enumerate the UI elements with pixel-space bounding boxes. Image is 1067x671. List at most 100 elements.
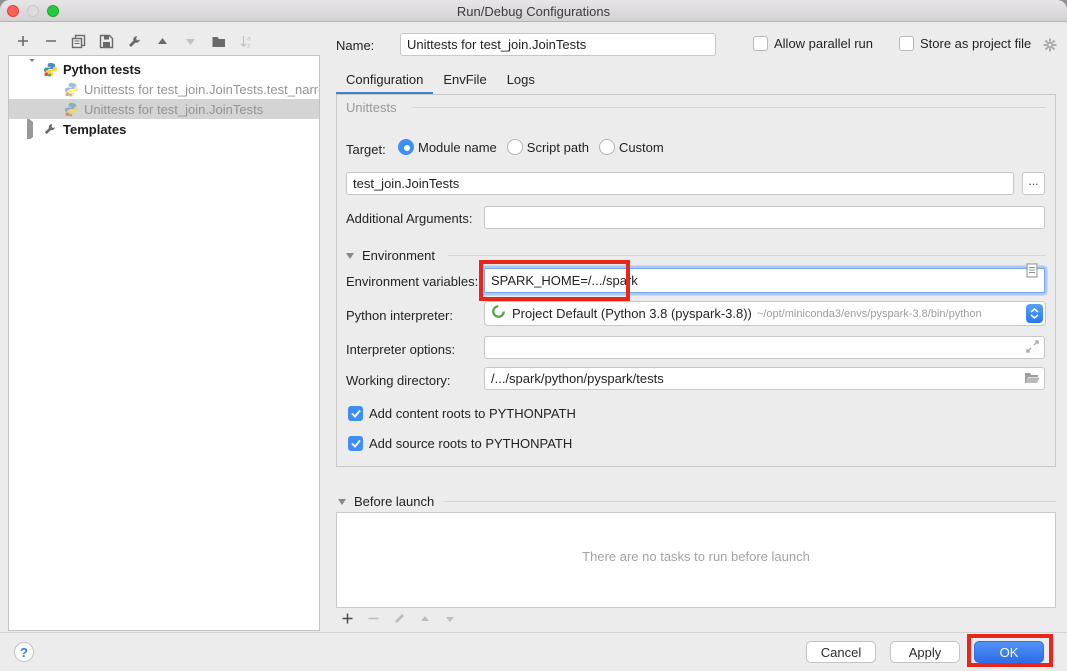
tab-envfile[interactable]: EnvFile [433, 66, 496, 94]
edit-templates-icon[interactable] [126, 33, 143, 50]
tree-item-unittest-narrow[interactable]: Unittests for test_join.JoinTests.test_n… [9, 79, 319, 99]
target-label: Target: [346, 142, 386, 157]
radio-label: Module name [418, 140, 497, 155]
annotation-ok-highlight [967, 634, 1053, 667]
additional-arguments-input[interactable] [484, 206, 1045, 229]
tree-item-label: Python tests [63, 62, 141, 77]
environment-collapse-icon[interactable] [346, 253, 354, 259]
add-content-roots-checkbox[interactable]: Add content roots to PYTHONPATH [348, 406, 576, 421]
browse-button[interactable]: ... [1022, 172, 1045, 195]
collapse-caret-icon[interactable] [27, 62, 37, 77]
environment-section-line [448, 255, 1046, 256]
tab-configuration[interactable]: Configuration [336, 66, 433, 94]
interpreter-name: Project Default (Python 3.8 (pyspark-3.8… [512, 306, 752, 321]
add-configuration-icon[interactable] [14, 33, 31, 50]
apply-button[interactable]: Apply [890, 641, 960, 663]
checkbox-unchecked-icon[interactable] [899, 36, 914, 51]
no-tasks-message: There are no tasks to run before launch [337, 549, 1055, 564]
move-down-icon [182, 33, 199, 50]
checkbox-checked-icon[interactable] [348, 406, 363, 421]
svg-text:a: a [247, 35, 251, 42]
checkbox-checked-icon[interactable] [348, 436, 363, 451]
svg-text:z: z [247, 42, 250, 49]
footer-separator [0, 632, 1067, 633]
window-title: Run/Debug Configurations [0, 4, 1067, 19]
allow-parallel-run-checkbox[interactable]: Allow parallel run [753, 36, 873, 51]
conda-env-icon [491, 304, 506, 324]
tree-item-python-tests[interactable]: Python tests [9, 59, 319, 79]
working-directory-label: Working directory: [346, 373, 451, 388]
gear-icon[interactable] [1042, 37, 1058, 58]
additional-arguments-label: Additional Arguments: [346, 211, 472, 226]
tree-item-label: Unittests for test_join.JoinTests [84, 102, 263, 117]
move-task-down-icon [444, 612, 456, 630]
edit-task-icon [393, 612, 406, 630]
tab-logs[interactable]: Logs [497, 66, 545, 94]
add-source-roots-checkbox[interactable]: Add source roots to PYTHONPATH [348, 436, 572, 451]
radio-unselected-icon[interactable] [599, 139, 615, 155]
interpreter-options-input[interactable] [484, 336, 1045, 359]
name-label: Name: [336, 38, 374, 53]
before-launch-toolbar [341, 612, 456, 630]
folder-icon[interactable] [1024, 371, 1040, 389]
configurations-toolbar: az [14, 31, 255, 51]
radio-custom[interactable]: Custom [599, 139, 664, 155]
target-radio-group: Module name Script path Custom [398, 139, 664, 155]
radio-label: Custom [619, 140, 664, 155]
tree-item-unittest-jointests-selected[interactable]: Unittests for test_join.JoinTests [9, 99, 319, 119]
interpreter-options-label: Interpreter options: [346, 342, 455, 357]
new-folder-icon[interactable] [210, 33, 227, 50]
move-task-up-icon [419, 612, 431, 630]
before-launch-line [444, 501, 1056, 502]
cancel-button[interactable]: Cancel [806, 641, 876, 663]
configurations-tree: Python tests Unittests for test_join.Joi… [8, 55, 320, 631]
add-content-roots-label: Add content roots to PYTHONPATH [369, 406, 576, 421]
radio-unselected-icon[interactable] [507, 139, 523, 155]
before-launch-collapse-icon[interactable] [338, 499, 346, 505]
tree-item-label: Templates [63, 122, 126, 137]
before-launch-tasks-list[interactable]: There are no tasks to run before launch [336, 512, 1056, 608]
store-as-project-file-label: Store as project file [920, 36, 1031, 51]
checkbox-unchecked-icon[interactable] [753, 36, 768, 51]
tree-item-templates[interactable]: Templates [9, 119, 319, 139]
help-button[interactable]: ? [14, 642, 34, 662]
interpreter-path: ~/opt/miniconda3/envs/pyspark-3.8/bin/py… [757, 308, 1026, 320]
unittests-section-label: Unittests [346, 100, 397, 115]
python-unittest-icon [64, 102, 79, 117]
save-configuration-icon[interactable] [98, 33, 115, 50]
annotation-env-vars-highlight [479, 260, 630, 301]
templates-wrench-icon [43, 122, 58, 137]
target-module-input[interactable] [346, 172, 1014, 195]
unittests-section-line [412, 107, 1046, 108]
radio-module-name[interactable]: Module name [398, 139, 497, 155]
python-interpreter-label: Python interpreter: [346, 308, 453, 323]
environment-section-label: Environment [362, 248, 435, 263]
browse-env-vars-icon[interactable] [1026, 263, 1062, 283]
expand-caret-icon[interactable] [27, 122, 37, 137]
sort-alphabetically-icon: az [238, 33, 255, 50]
store-as-project-file-checkbox[interactable]: Store as project file [899, 36, 1031, 51]
add-source-roots-label: Add source roots to PYTHONPATH [369, 436, 572, 451]
python-tests-icon [43, 62, 58, 77]
expand-field-icon[interactable] [1026, 340, 1039, 358]
name-input[interactable] [400, 33, 716, 56]
environment-variables-label: Environment variables: [346, 274, 478, 289]
radio-label: Script path [527, 140, 589, 155]
remove-task-icon [367, 612, 380, 630]
run-debug-configurations-dialog: Run/Debug Configurations az [0, 0, 1067, 671]
radio-script-path[interactable]: Script path [507, 139, 589, 155]
tree-item-label: Unittests for test_join.JoinTests.test_n… [84, 82, 319, 97]
before-launch-label: Before launch [354, 494, 434, 509]
working-directory-input[interactable] [484, 367, 1045, 390]
python-unittest-icon [64, 82, 79, 97]
remove-configuration-icon[interactable] [42, 33, 59, 50]
title-bar: Run/Debug Configurations [0, 0, 1067, 22]
config-tabs: Configuration EnvFile Logs [336, 66, 545, 94]
allow-parallel-run-label: Allow parallel run [774, 36, 873, 51]
add-task-icon[interactable] [341, 612, 354, 630]
python-interpreter-select[interactable]: Project Default (Python 3.8 (pyspark-3.8… [484, 301, 1046, 326]
radio-selected-icon[interactable] [398, 139, 414, 155]
copy-configuration-icon[interactable] [70, 33, 87, 50]
move-up-icon[interactable] [154, 33, 171, 50]
combo-spinner-icon[interactable] [1026, 304, 1043, 323]
